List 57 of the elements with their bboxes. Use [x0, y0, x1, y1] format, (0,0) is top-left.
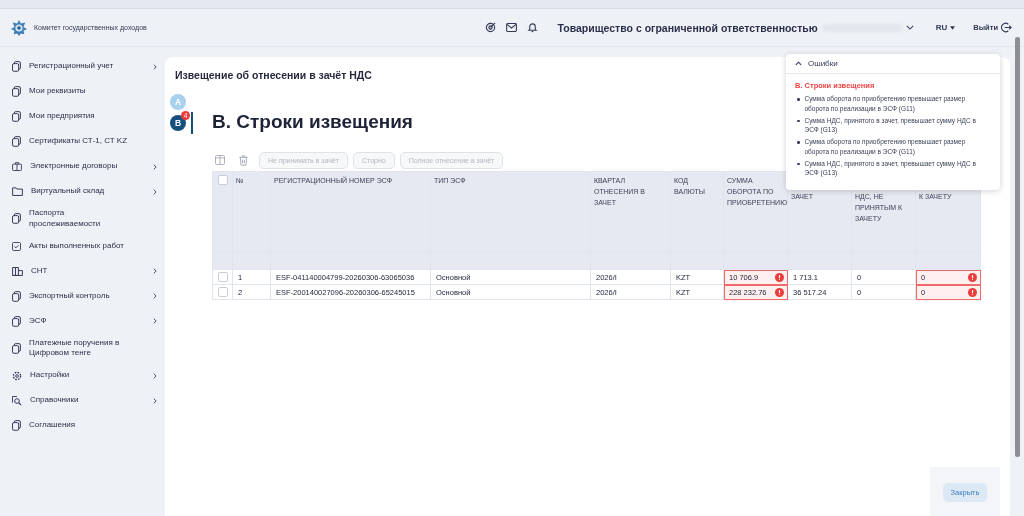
sidebar-item[interactable]: Мои реквизиты	[0, 79, 165, 104]
bullet-icon	[797, 162, 800, 165]
error-icon	[775, 273, 784, 282]
section-title: B. Строки извещения	[212, 111, 413, 133]
document-icon	[12, 86, 21, 97]
logout-icon	[1001, 22, 1012, 33]
active-step-marker	[191, 112, 193, 134]
error-icon	[968, 273, 977, 282]
document-icon	[12, 111, 21, 122]
document-icon	[12, 342, 21, 354]
bullet-icon	[797, 141, 800, 144]
sidebar-item[interactable]: Соглашения	[0, 413, 165, 439]
columns-icon	[12, 266, 23, 276]
bell-icon[interactable]	[526, 22, 538, 33]
sidebar-item[interactable]: Электронные договоры	[0, 154, 165, 179]
row-checkbox[interactable]	[218, 272, 228, 282]
sidebar-item[interactable]: Регистрационный учет	[0, 54, 165, 79]
sidebar-item[interactable]: СНТ	[0, 258, 165, 284]
chevron-down-icon[interactable]	[905, 25, 914, 30]
sidebar-item[interactable]: Мои предприятия	[0, 104, 165, 129]
search-document-icon	[12, 395, 22, 406]
mail-icon[interactable]	[505, 23, 517, 32]
errors-panel-header[interactable]: Ошибки	[786, 54, 1000, 74]
document-icon	[12, 315, 21, 327]
scrollbar[interactable]	[1015, 37, 1020, 457]
briefcase-icon	[12, 162, 22, 171]
error-icon	[968, 288, 977, 297]
document-icon	[12, 61, 21, 72]
folder-icon	[12, 187, 23, 196]
sidebar-item[interactable]: Экспортный контроль	[0, 283, 165, 309]
document-icon	[12, 213, 21, 225]
sidebar-item[interactable]: Справочники	[0, 388, 165, 414]
sidebar-item[interactable]: Сертификаты СТ-1, СТ KZ	[0, 129, 165, 154]
sidebar-item[interactable]: Настройки	[0, 363, 165, 389]
error-icon	[775, 288, 784, 297]
columns-icon[interactable]	[215, 155, 225, 165]
bullet-icon	[797, 119, 800, 122]
organization-name[interactable]: Товарищество с ограниченной ответственностью	[557, 21, 818, 34]
settings-icon	[12, 370, 22, 381]
document-icon	[12, 290, 21, 302]
sidebar-item[interactable]: Акты выполненных работ	[0, 233, 165, 259]
bullet-icon	[797, 98, 800, 101]
document-icon	[12, 136, 21, 147]
page-title: Извещение об отнесении в зачёт НДС	[175, 69, 372, 81]
sidebar-item[interactable]: Платежные поручения в Цифровом тенге	[0, 333, 165, 364]
emblem-icon	[10, 18, 28, 37]
sidebar-item[interactable]: ЭСФ	[0, 308, 165, 334]
select-all-checkbox[interactable]	[217, 175, 228, 185]
row-checkbox[interactable]	[218, 287, 228, 297]
sidebar-item[interactable]: Паспорта прослеживаемости	[0, 204, 165, 234]
sidebar-item[interactable]: Виртуальный склад	[0, 179, 165, 204]
checkbox-icon	[12, 241, 21, 251]
trash-icon[interactable]	[239, 154, 248, 166]
caret-icon	[950, 25, 956, 30]
language-selector[interactable]: RU	[935, 23, 956, 32]
document-icon	[12, 420, 21, 432]
target-icon[interactable]	[484, 22, 496, 33]
